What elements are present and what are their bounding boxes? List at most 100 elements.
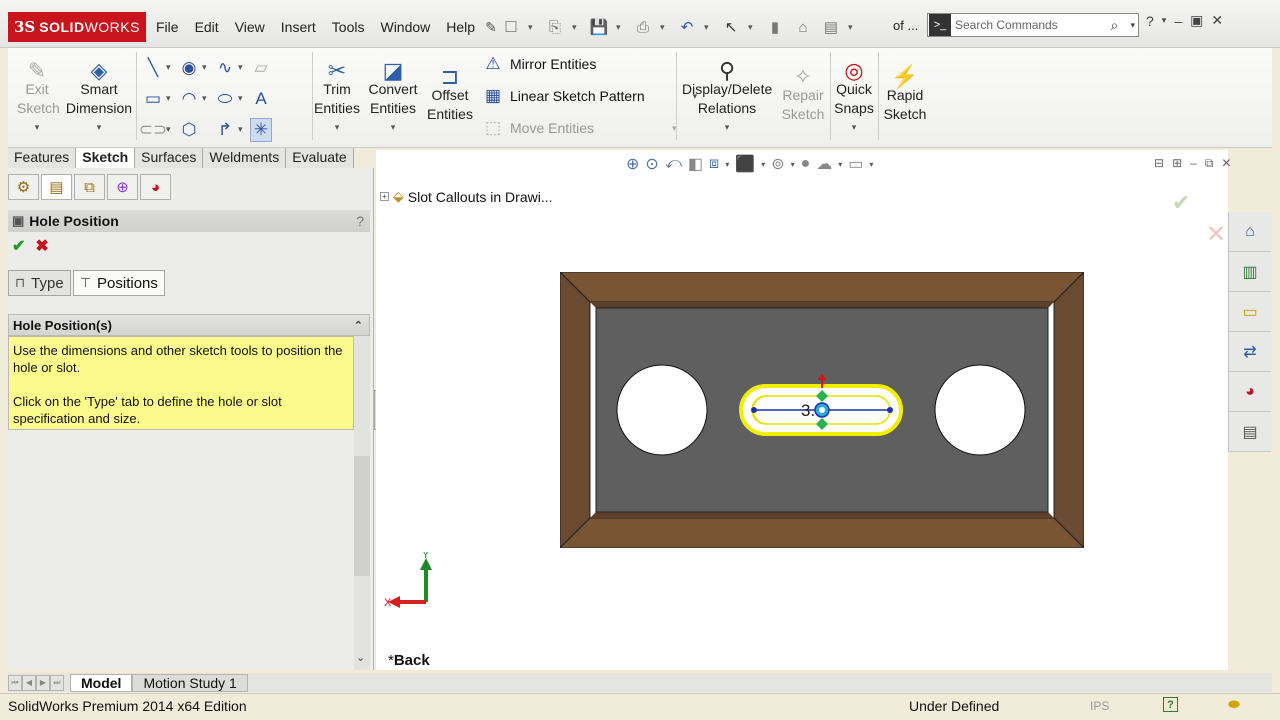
apply-scene-icon[interactable]: ☁ bbox=[816, 154, 832, 174]
zoom-to-fit-icon[interactable]: ⊕ bbox=[626, 154, 639, 174]
slot-icon[interactable]: ⊂⊃ bbox=[139, 118, 168, 142]
tab-motion-study-1[interactable]: Motion Study 1 bbox=[132, 673, 248, 692]
confirmation-ok-icon[interactable]: ✔ bbox=[1172, 190, 1190, 216]
viewport-close-icon[interactable]: ✕ bbox=[1221, 156, 1231, 171]
relations-dropdown-icon[interactable]: ▾ bbox=[680, 118, 774, 137]
tab-prev-icon[interactable]: ◀ bbox=[22, 674, 36, 691]
solidworks-logo[interactable]: 3S SOLIDWORKS bbox=[8, 12, 146, 42]
file-explorer-icon[interactable]: ▭ bbox=[1229, 292, 1271, 332]
print-icon[interactable]: ⎙ bbox=[632, 16, 654, 38]
menu-help[interactable]: Help bbox=[438, 19, 483, 35]
status-units[interactable]: IPS bbox=[1090, 699, 1109, 713]
menu-tools[interactable]: Tools bbox=[324, 19, 373, 35]
circle-icon[interactable]: ◉ bbox=[178, 56, 200, 80]
new-document-icon[interactable]: ☐ bbox=[500, 16, 522, 38]
rebuild-status-icon[interactable]: ⬬ bbox=[1228, 696, 1240, 713]
menu-file[interactable]: File bbox=[148, 19, 187, 35]
scroll-down-icon[interactable]: ⌄ bbox=[356, 651, 365, 664]
text-icon[interactable]: A bbox=[250, 87, 272, 111]
custom-properties-icon[interactable]: ▤ bbox=[1229, 412, 1271, 452]
spline-icon[interactable]: ∿ bbox=[214, 56, 236, 80]
help-icon[interactable]: ? bbox=[1146, 13, 1154, 29]
mirror-entities-button[interactable]: ⚠ Mirror Entities bbox=[482, 54, 596, 74]
undo-dropdown-icon[interactable]: ▾ bbox=[704, 22, 714, 33]
plane-icon[interactable]: ▱ bbox=[250, 56, 272, 80]
tree-expand-icon[interactable]: + bbox=[380, 192, 389, 201]
slot-endpoint-left[interactable] bbox=[751, 407, 757, 413]
previous-view-icon[interactable]: ⤺ bbox=[665, 155, 682, 173]
line-icon[interactable]: ╲ bbox=[142, 56, 164, 80]
fillet-dropdown-icon[interactable]: ▾ bbox=[238, 124, 248, 135]
left-hole[interactable] bbox=[616, 364, 708, 456]
rapid-sketch-button[interactable]: ⚡ Rapid Sketch bbox=[880, 58, 930, 124]
minimize-icon[interactable]: – bbox=[1174, 13, 1182, 29]
trim-entities-button[interactable]: ✂ Trim Entities ▾ bbox=[312, 52, 362, 137]
tab-sketch[interactable]: Sketch bbox=[76, 148, 136, 168]
tab-evaluate[interactable]: Evaluate bbox=[286, 148, 354, 168]
convert-entities-button[interactable]: ◪ Convert Entities ▾ bbox=[364, 52, 422, 137]
menu-window[interactable]: Window bbox=[372, 19, 438, 35]
menu-view[interactable]: View bbox=[227, 19, 273, 35]
view-settings-dropdown-icon[interactable]: ▾ bbox=[869, 160, 873, 169]
search-commands-box[interactable]: >_ Search Commands ⌕ ▾ bbox=[927, 13, 1139, 37]
arc-icon[interactable]: ◠ bbox=[178, 87, 200, 111]
fillet-icon[interactable]: ↱ bbox=[214, 118, 236, 142]
collapse-chevron-icon[interactable]: ⌃ bbox=[354, 319, 363, 332]
arc-dropdown-icon[interactable]: ▾ bbox=[202, 93, 212, 104]
select-icon[interactable]: ↖ bbox=[720, 16, 742, 38]
confirmation-cancel-icon[interactable]: ✕ bbox=[1206, 220, 1226, 249]
view-settings-icon[interactable]: ▭ bbox=[848, 154, 863, 174]
zoom-to-area-icon[interactable]: ⊙ bbox=[645, 154, 658, 174]
rectangle-icon[interactable]: ▭ bbox=[142, 87, 164, 111]
edit-appearance-icon[interactable]: ● bbox=[801, 155, 811, 173]
tab-last-icon[interactable]: ⏭ bbox=[50, 674, 64, 691]
exit-sketch-dropdown-icon[interactable]: ▾ bbox=[8, 118, 66, 137]
close-icon[interactable]: ✕ bbox=[1211, 12, 1223, 29]
pin-icon[interactable]: ✎ bbox=[483, 19, 499, 36]
options-dropdown-icon[interactable]: ▾ bbox=[848, 22, 858, 33]
repair-sketch-button[interactable]: ✧ Repair Sketch bbox=[778, 58, 828, 124]
hole-positions-group-header[interactable]: Hole Position(s) ⌃ bbox=[8, 314, 370, 336]
flyout-feature-tree[interactable]: + ⬙ Slot Callouts in Drawi... bbox=[380, 188, 553, 205]
search-dropdown-icon[interactable]: ▾ bbox=[1130, 20, 1138, 31]
hide-show-dropdown-icon[interactable]: ▾ bbox=[791, 160, 795, 169]
tab-first-icon[interactable]: ⏮ bbox=[8, 674, 22, 691]
ellipse-icon[interactable]: ⬭ bbox=[214, 87, 236, 111]
trim-dropdown-icon[interactable]: ▾ bbox=[312, 118, 362, 137]
slot-dropdown-icon[interactable]: ▾ bbox=[166, 124, 176, 135]
undo-icon[interactable]: ↶ bbox=[676, 16, 698, 38]
ellipse-dropdown-icon[interactable]: ▾ bbox=[238, 93, 248, 104]
rebuild-icon[interactable]: ▮ bbox=[764, 16, 786, 38]
circle-dropdown-icon[interactable]: ▾ bbox=[202, 62, 212, 73]
property-manager-tab-icon[interactable]: ▤ bbox=[41, 174, 72, 200]
display-delete-relations-button[interactable]: ⚲ Display/Delete Relations ▾ bbox=[680, 52, 774, 137]
tab-type[interactable]: ⊓ Type bbox=[8, 270, 71, 296]
tab-features[interactable]: Features bbox=[8, 148, 77, 168]
viewport-split-icon[interactable]: ⊞ bbox=[1172, 156, 1182, 171]
section-view-icon[interactable]: ◧ bbox=[688, 154, 703, 174]
menu-insert[interactable]: Insert bbox=[273, 19, 324, 35]
offset-entities-button[interactable]: ⊐ Offset Entities bbox=[424, 58, 476, 124]
point-icon[interactable]: ✳ bbox=[250, 117, 272, 142]
new-dropdown-icon[interactable]: ▾ bbox=[528, 22, 538, 33]
restore-icon[interactable]: ▣ bbox=[1190, 12, 1203, 29]
select-dropdown-icon[interactable]: ▾ bbox=[748, 22, 758, 33]
file-properties-icon[interactable]: ⌂ bbox=[792, 16, 814, 38]
tab-weldments[interactable]: Weldments bbox=[203, 148, 287, 168]
line-dropdown-icon[interactable]: ▾ bbox=[166, 62, 176, 73]
quick-snaps-dropdown-icon[interactable]: ▾ bbox=[832, 118, 876, 137]
search-input[interactable]: Search Commands bbox=[955, 18, 1110, 32]
design-library-icon[interactable]: ▥ bbox=[1229, 252, 1271, 292]
print-dropdown-icon[interactable]: ▾ bbox=[660, 22, 670, 33]
polygon-icon[interactable]: ⬡ bbox=[178, 118, 200, 142]
move-entities-button[interactable]: ⬚ Move Entities ▾ bbox=[482, 118, 677, 138]
right-hole[interactable] bbox=[934, 364, 1026, 456]
open-icon[interactable]: ⎘ bbox=[544, 16, 566, 38]
scrollbar-thumb[interactable] bbox=[354, 456, 370, 576]
cancel-x-icon[interactable]: ✖ bbox=[35, 236, 48, 256]
quick-snaps-button[interactable]: ◎ Quick Snaps ▾ bbox=[832, 52, 876, 137]
help-question-icon[interactable]: ? bbox=[356, 213, 364, 229]
display-manager-tab-icon[interactable]: ◕ bbox=[140, 174, 171, 200]
tab-positions[interactable]: ⊤ Positions bbox=[72, 270, 165, 296]
save-icon[interactable]: 💾 bbox=[588, 16, 610, 38]
